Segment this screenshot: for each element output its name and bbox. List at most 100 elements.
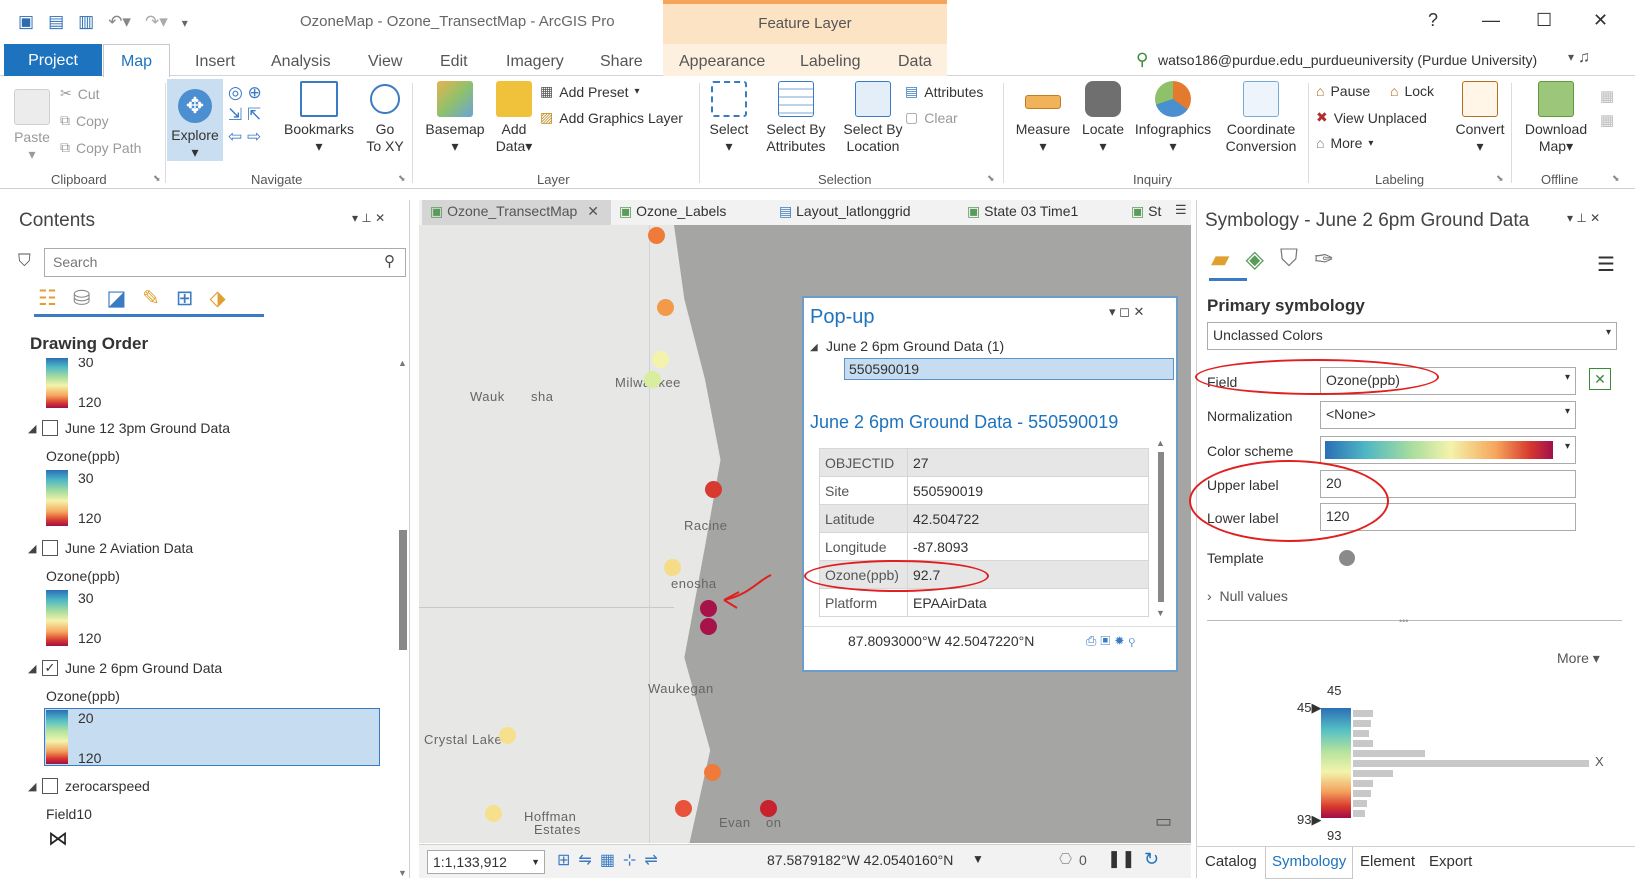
- locate-button[interactable]: Locate ▾: [1078, 81, 1128, 155]
- histogram-exclude-marker[interactable]: X: [1595, 754, 1604, 769]
- histogram-upper-handle[interactable]: 45▶: [1297, 700, 1321, 716]
- layer-visibility-checkbox[interactable]: [42, 778, 58, 794]
- tab-edit[interactable]: Edit: [440, 53, 468, 71]
- layer-name[interactable]: June 12 3pm Ground Data: [65, 420, 230, 436]
- maximize-button[interactable]: ☐: [1536, 10, 1552, 31]
- editing-view-icon[interactable]: ✎: [142, 286, 160, 311]
- new-project-icon[interactable]: ▣: [18, 12, 34, 32]
- ozone-point[interactable]: [652, 351, 669, 368]
- layer-visibility-checkbox-checked[interactable]: ✓: [42, 660, 58, 676]
- expression-button-icon[interactable]: ✕: [1589, 368, 1611, 390]
- data-source-icon[interactable]: ⛁: [73, 286, 91, 311]
- symbol-filter-tab-icon[interactable]: ⛉: [1280, 245, 1298, 274]
- tab-share[interactable]: Share: [600, 53, 643, 71]
- layer-name[interactable]: zerocarspeed: [65, 778, 150, 794]
- select-by-location-button[interactable]: Select By Location: [838, 81, 908, 155]
- symbology-method-select[interactable]: Unclassed Colors ▾: [1207, 322, 1617, 350]
- menu-icon[interactable]: ☰: [1597, 252, 1615, 277]
- contents-scrollbar[interactable]: ▲ ▼: [398, 358, 408, 878]
- tab-labeling[interactable]: Labeling: [800, 53, 861, 71]
- clear-selection-button[interactable]: ▢ Clear: [905, 109, 958, 126]
- tab-st-truncated[interactable]: ▣ St: [1131, 203, 1161, 220]
- color-scheme-select[interactable]: ▾: [1320, 436, 1576, 464]
- advanced-symbology-tab-icon[interactable]: ✑: [1314, 245, 1334, 274]
- paste-button[interactable]: Paste ▾: [12, 89, 52, 163]
- popup-feature-item[interactable]: 550590019: [844, 358, 1174, 380]
- select-by-attributes-button[interactable]: Select By Attributes: [758, 81, 834, 155]
- tab-state-03-time1[interactable]: ▣ State 03 Time1: [967, 203, 1078, 220]
- drawing-order-icon[interactable]: ☷: [38, 286, 57, 311]
- help-icon[interactable]: ?: [1428, 10, 1438, 31]
- popup-window-controls-icon[interactable]: ▾ ◻ ✕: [1109, 304, 1144, 320]
- offline-launcher-icon[interactable]: ⬊: [1612, 173, 1620, 184]
- tab-analysis[interactable]: Analysis: [271, 53, 331, 71]
- basemap-button[interactable]: Basemap ▾: [422, 81, 488, 155]
- user-account[interactable]: watso186@purdue.edu_purdueuniversity (Pu…: [1158, 52, 1537, 68]
- ozone-point[interactable]: [700, 618, 717, 635]
- download-map-button[interactable]: Download Map▾: [1518, 81, 1594, 155]
- selection-view-icon[interactable]: ◪: [106, 286, 126, 311]
- tab-symbology[interactable]: Symbology: [1265, 847, 1354, 879]
- expand-icon[interactable]: ◢: [28, 662, 36, 675]
- expand-icon[interactable]: ◢: [810, 342, 818, 353]
- null-values-expander[interactable]: › Null values: [1207, 588, 1288, 604]
- offline-small-icons[interactable]: ▦ ▦: [1600, 85, 1622, 145]
- labeling-more-button[interactable]: ⌂ More ▾: [1316, 135, 1373, 151]
- selection-launcher-icon[interactable]: ⬊: [987, 173, 995, 184]
- add-preset-button[interactable]: ▦ Add Preset ▾: [540, 83, 640, 100]
- go-to-xy-button[interactable]: Go To XY: [362, 81, 408, 155]
- contents-search-input[interactable]: Search ⚲: [44, 248, 406, 277]
- cut-button[interactable]: ✂ Cut: [60, 85, 100, 102]
- tab-list-dropdown-icon[interactable]: ☰: [1175, 202, 1187, 218]
- labeling-launcher-icon[interactable]: ⬊: [1496, 173, 1504, 184]
- layer-visibility-checkbox[interactable]: [42, 420, 58, 436]
- ozone-point[interactable]: [760, 800, 777, 817]
- expand-icon[interactable]: ◢: [28, 422, 36, 435]
- close-button[interactable]: ✕: [1593, 10, 1608, 31]
- vary-symbology-tab-icon[interactable]: ◈: [1245, 245, 1263, 274]
- histogram-lower-handle[interactable]: 93▶: [1297, 812, 1321, 828]
- expand-icon[interactable]: ◢: [28, 780, 36, 793]
- coordinate-format-dropdown-icon[interactable]: ▼: [972, 852, 984, 866]
- splitter-handle-icon[interactable]: •••: [1399, 616, 1408, 626]
- popup-scrollbar[interactable]: ▲ ▼: [1156, 438, 1166, 618]
- scrollbar-thumb[interactable]: [399, 530, 407, 650]
- map-nav-tools-icons[interactable]: ⊞⇋▦⊹⇌: [557, 850, 666, 870]
- select-button[interactable]: Select ▾: [706, 81, 752, 155]
- symbology-options-icon[interactable]: ▾ ⊥ ✕: [1567, 211, 1600, 225]
- more-dropdown[interactable]: More ▾: [1557, 650, 1600, 667]
- navigate-launcher-icon[interactable]: ⬊: [398, 173, 406, 184]
- ozone-point[interactable]: [704, 764, 721, 781]
- copy-path-button[interactable]: ⧉ Copy Path: [60, 139, 141, 156]
- bookmarks-button[interactable]: Bookmarks ▾: [278, 81, 360, 155]
- primary-symbology-tab-icon[interactable]: ▰: [1211, 245, 1229, 274]
- explore-button[interactable]: ✥ Explore ▾: [167, 79, 223, 161]
- tab-view[interactable]: View: [368, 53, 402, 71]
- save-icon[interactable]: ▥: [78, 12, 94, 32]
- contents-options-icon[interactable]: ▾ ⊥ ✕: [352, 211, 385, 225]
- layer-name[interactable]: June 2 Aviation Data: [65, 540, 193, 556]
- ozone-point[interactable]: [648, 227, 665, 244]
- view-unplaced-button[interactable]: ✖ View Unplaced: [1316, 109, 1427, 126]
- snapping-view-icon[interactable]: ⊞: [176, 286, 194, 311]
- pause-labeling-button[interactable]: ⌂ Pause: [1316, 83, 1370, 99]
- ozone-point[interactable]: [657, 299, 674, 316]
- template-symbol[interactable]: [1339, 550, 1355, 566]
- clipboard-launcher-icon[interactable]: ⬊: [153, 173, 161, 184]
- ozone-point[interactable]: [499, 727, 516, 744]
- map-overview-icon[interactable]: ▭: [1155, 811, 1172, 832]
- tab-element[interactable]: Element: [1360, 853, 1415, 870]
- scale-selector[interactable]: 1:1,133,912 ▼: [427, 850, 545, 874]
- ozone-point[interactable]: [664, 559, 681, 576]
- tab-appearance[interactable]: Appearance: [679, 53, 765, 71]
- layer-visibility-checkbox[interactable]: [42, 540, 58, 556]
- infographics-button[interactable]: Infographics ▾: [1130, 81, 1216, 155]
- undo-icon[interactable]: ↶▾: [108, 12, 131, 32]
- pause-drawing-icon[interactable]: ❚❚: [1107, 849, 1136, 869]
- refresh-icon[interactable]: ↻: [1144, 849, 1159, 870]
- convert-button[interactable]: Convert ▾: [1452, 81, 1508, 155]
- expand-icon[interactable]: ◢: [28, 542, 36, 555]
- tab-layout-latlonggrid[interactable]: ▤ Layout_latlonggrid: [779, 203, 911, 220]
- lock-labels-button[interactable]: ⌂ Lock: [1390, 83, 1434, 99]
- tab-ozone-transectmap[interactable]: ▣ Ozone_TransectMap ✕: [422, 200, 611, 225]
